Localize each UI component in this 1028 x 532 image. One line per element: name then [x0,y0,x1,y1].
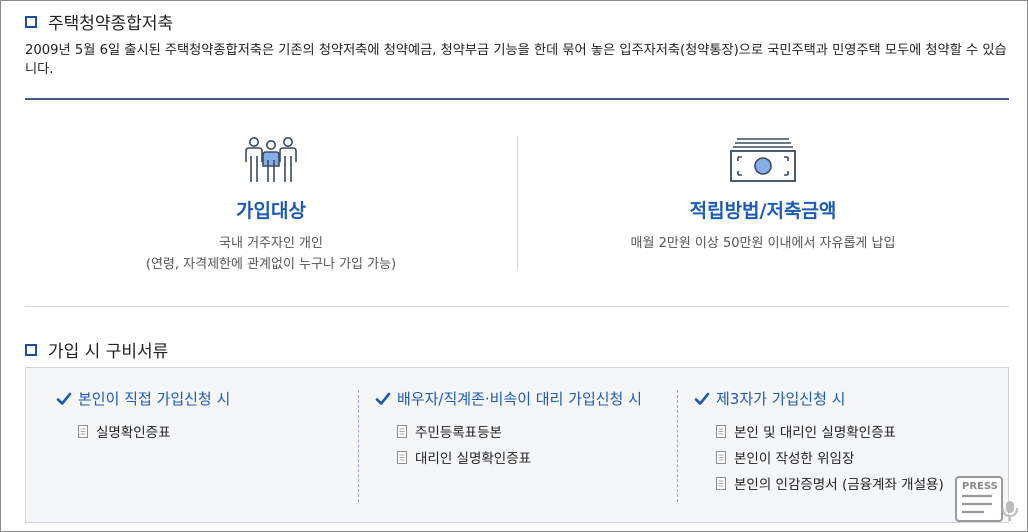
section-title-savings: 주택청약종합저축 [25,9,173,34]
people-icon [245,137,297,182]
column-divider [677,390,678,502]
doc-column-heading: 제3자가 가입신청 시 [694,388,994,410]
document-icon [78,424,88,438]
section-title-text: 가입 시 구비서류 [48,342,169,362]
column-divider [358,390,359,502]
feature-title: 적립방법/저축금액 [689,200,837,222]
doc-column-heading-text: 본인이 직접 가입신청 시 [78,390,231,408]
list-item-text: 본인의 인감증명서 (금융계좌 개설용) [734,477,944,493]
list-item: 본인 및 대리인 실명확인증표 [716,418,994,444]
document-icon [716,424,726,438]
feature-title: 가입대상 [236,200,306,222]
doc-column-family: 배우자/직계존·비속이 대리 가입신청 시 주민등록표등본 대리인 실명확인증표 [375,388,660,470]
feature-desc-line: (연령, 자격제한에 관계없이 누구나 가입 가능) [145,257,397,272]
list-item: 주민등록표등본 [397,418,660,444]
feature-desc-line: 매월 2만원 이상 50만원 이내에서 자유롭게 납입 [630,236,896,251]
document-icon [397,450,407,464]
banknote-icon [730,138,796,182]
content-frame: 주택청약종합저축 2009년 5월 6일 출시된 주택청약종합저축은 기존의 청… [0,0,1028,532]
feature-desc-line: 국내 거주자인 개인 [219,236,323,251]
section-title-documents: 가입 시 구비서류 [25,337,168,362]
checkmark-icon [56,392,72,405]
required-documents-box: 본인이 직접 가입신청 시 실명확인증표 배우자/직계존·비속이 대리 가입신청… [25,367,1009,523]
feature-deposit-method: 적립방법/저축금액 매월 2만원 이상 50만원 이내에서 자유롭게 납입 [613,136,913,254]
doc-column-heading-text: 제3자가 가입신청 시 [716,390,846,408]
document-icon [397,424,407,438]
divider-blue [25,98,1009,100]
doc-list: 본인 및 대리인 실명확인증표 본인이 작성한 위임장 본인의 인감증명서 (금… [694,418,994,496]
section-title-text: 주택청약종합저축 [48,14,174,34]
doc-list: 실명확인증표 [56,418,346,444]
square-bullet-icon [25,343,37,356]
feature-description: 매월 2만원 이상 50만원 이내에서 자유롭게 납입 [613,233,913,254]
doc-column-third-party: 제3자가 가입신청 시 본인 및 대리인 실명확인증표 본인이 작성한 위임장 … [694,388,994,496]
watermark-text: PRESS [962,481,998,492]
list-item-text: 실명확인증표 [96,425,171,441]
list-item: 본인이 작성한 위임장 [716,444,994,470]
doc-column-heading-text: 배우자/직계존·비속이 대리 가입신청 시 [397,390,642,408]
doc-list: 주민등록표등본 대리인 실명확인증표 [375,418,660,470]
feature-description: 국내 거주자인 개인 (연령, 자격제한에 관계없이 누구나 가입 가능) [121,233,421,275]
checkmark-icon [375,392,391,405]
list-item-text: 본인이 작성한 위임장 [734,451,855,467]
list-item-text: 본인 및 대리인 실명확인증표 [734,425,896,441]
document-icon [716,450,726,464]
document-icon [716,476,726,490]
doc-column-self: 본인이 직접 가입신청 시 실명확인증표 [56,388,346,444]
press-watermark-icon: PRESS [955,476,1018,522]
intro-paragraph: 2009년 5월 6일 출시된 주택청약종합저축은 기존의 청약저축에 청약예금… [25,43,1007,77]
doc-column-heading: 배우자/직계존·비속이 대리 가입신청 시 [375,388,660,410]
checkmark-icon [694,392,710,405]
list-item: 본인의 인감증명서 (금융계좌 개설용) [716,470,994,496]
list-item-text: 주민등록표등본 [415,425,502,441]
list-item: 대리인 실명확인증표 [397,444,660,470]
list-item: 실명확인증표 [78,418,346,444]
vertical-divider [517,136,518,270]
doc-column-heading: 본인이 직접 가입신청 시 [56,388,346,410]
divider-gray [25,306,1009,307]
list-item-text: 대리인 실명확인증표 [415,451,532,467]
square-bullet-icon [25,15,37,28]
feature-eligibility: 가입대상 국내 거주자인 개인 (연령, 자격제한에 관계없이 누구나 가입 가… [121,136,421,275]
